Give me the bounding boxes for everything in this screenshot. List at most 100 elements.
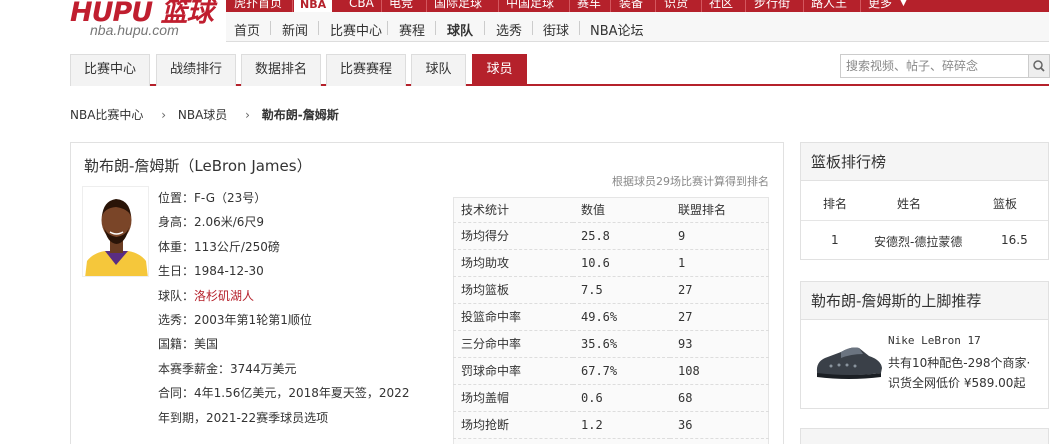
- stats-table: 技术统计 数值 联盟排名 场均得分 25.8 9 场均助攻 10.6 1 场均篮板 7.5…: [453, 197, 769, 439]
- hupu-logo[interactable]: HUPU 篮球 nba.hupu.com: [70, 0, 220, 40]
- tab-schedule[interactable]: 比赛赛程: [326, 54, 406, 86]
- search-button[interactable]: [1028, 55, 1049, 77]
- stat-rank: 108: [670, 357, 769, 385]
- topnav-item-bxj[interactable]: 步行街: [754, 0, 790, 12]
- info-value: 1984-12-30: [194, 264, 264, 279]
- table-row: 场均盖帽 0.6 68: [453, 384, 769, 412]
- topnav-item-shihuo[interactable]: 识货: [664, 0, 688, 12]
- topnav-item-lurenwang[interactable]: 路人王: [811, 0, 847, 12]
- stat-value: 67.7%: [573, 357, 670, 385]
- topnav-item-cba[interactable]: CBA: [349, 0, 374, 12]
- shoe-image[interactable]: [811, 332, 887, 384]
- chevron-down-icon[interactable]: ▼: [900, 0, 907, 8]
- team-link[interactable]: 洛杉矶湖人: [194, 289, 254, 303]
- stat-name: 场均助攻: [453, 249, 573, 277]
- tab-game-center[interactable]: 比赛中心: [70, 54, 150, 86]
- stat-rank: 1: [670, 249, 769, 277]
- stat-value: 1.2: [573, 411, 670, 439]
- info-height: 身高：2.06米/6尺9: [158, 211, 488, 235]
- divider: [532, 21, 533, 35]
- topnav-item-nba[interactable]: NBA: [294, 0, 333, 12]
- rebound-rank-title: 篮板排行榜: [801, 143, 1048, 181]
- subnav-item-home[interactable]: 首页: [234, 20, 260, 39]
- tab-stat-rank[interactable]: 数据排名: [241, 54, 321, 86]
- stat-name: 场均盖帽: [453, 384, 573, 412]
- topnav-item-cn-soccer[interactable]: 中国足球: [506, 0, 554, 12]
- divider: [484, 21, 485, 35]
- stat-rank: 93: [670, 330, 769, 358]
- topnav-item-home[interactable]: 虎扑首页: [234, 0, 282, 12]
- divider: [426, 0, 427, 12]
- topnav-item-esports[interactable]: 电竞: [389, 0, 413, 12]
- divider: [860, 0, 861, 12]
- shoe-box: 勒布朗-詹姆斯的上脚推荐 Nike LeBron 17 共有10种配色-298个…: [800, 281, 1049, 409]
- stat-name: 场均篮板: [453, 276, 573, 304]
- stat-value: 35.6%: [573, 330, 670, 358]
- col-header-value: 数值: [573, 197, 670, 223]
- info-contract: 合同：4年1.56亿美元，2018年夏天签，2022: [158, 382, 488, 406]
- stat-value: 49.6%: [573, 303, 670, 331]
- info-nationality: 国籍：美国: [158, 333, 488, 357]
- info-contract-cont: 年到期，2021-22赛季球员选项: [158, 407, 488, 431]
- tab-teams[interactable]: 球队: [411, 54, 466, 86]
- rank-number: 1: [831, 233, 839, 247]
- search-input[interactable]: [841, 55, 1029, 77]
- divider: [318, 21, 319, 35]
- topnav-item-racing[interactable]: 赛车: [577, 0, 601, 12]
- chevron-right-icon: ›: [161, 108, 167, 122]
- subnav-item-teams[interactable]: 球队: [447, 20, 473, 39]
- stat-value: 0.6: [573, 384, 670, 412]
- table-row[interactable]: 1 安德烈-德拉蒙德 16.5: [801, 231, 1048, 255]
- breadcrumb-nba-players[interactable]: NBA球员: [178, 106, 227, 123]
- divider: [435, 21, 436, 35]
- subnav-item-game-center[interactable]: 比赛中心: [330, 20, 382, 39]
- breadcrumb-nba-center[interactable]: NBA比赛中心: [70, 106, 143, 123]
- player-info: 位置：F-G（23号） 身高：2.06米/6尺9 体重：113公斤/250磅 生…: [158, 187, 488, 431]
- divider: [292, 0, 293, 12]
- info-label: 本赛季薪金：: [158, 361, 231, 376]
- subnav-item-streetball[interactable]: 街球: [543, 20, 569, 39]
- info-label: 国籍：: [158, 337, 195, 352]
- info-label: 球队：: [158, 288, 195, 303]
- stats-header-row: 技术统计 数值 联盟排名: [453, 197, 769, 223]
- divider: [381, 0, 382, 12]
- search-box: [840, 54, 1050, 78]
- info-label: 选秀：: [158, 312, 195, 327]
- col-header-name: 姓名: [897, 197, 922, 211]
- subnav-item-news[interactable]: 新闻: [282, 20, 308, 39]
- rebound-rank-box: 篮板排行榜 排名 姓名 篮板 1 安德烈-德拉蒙德 16.5: [800, 142, 1049, 260]
- stat-name: 三分命中率: [453, 330, 573, 358]
- info-label: 身高：: [158, 215, 195, 230]
- topnav-item-gear[interactable]: 装备: [619, 0, 643, 12]
- next-box: [800, 428, 1049, 444]
- subnav-item-schedule[interactable]: 赛程: [399, 20, 425, 39]
- subnav-item-draft[interactable]: 选秀: [496, 20, 522, 39]
- divider: [745, 0, 746, 12]
- stat-value: 10.6: [573, 249, 670, 277]
- info-value: 3744万美元: [230, 361, 297, 376]
- tab-players[interactable]: 球员: [472, 54, 527, 86]
- subnav-item-nba-forum[interactable]: NBA论坛: [590, 20, 644, 39]
- info-label: 体重：: [158, 239, 195, 254]
- breadcrumb-current: 勒布朗-詹姆斯: [261, 108, 339, 122]
- rank-player-name[interactable]: 安德烈-德拉蒙德: [874, 233, 962, 250]
- player-title: 勒布朗-詹姆斯（LeBron James）: [84, 157, 312, 175]
- logo-domain: nba.hupu.com: [90, 22, 179, 38]
- info-birthday: 生日：1984-12-30: [158, 260, 488, 284]
- ranking-note: 根据球员29场比赛计算得到排名: [612, 175, 769, 188]
- table-row: 场均抢断 1.2 36: [453, 411, 769, 439]
- breadcrumb: NBA比赛中心 › NBA球员 › 勒布朗-詹姆斯: [70, 106, 339, 123]
- topnav-item-community[interactable]: 社区: [709, 0, 733, 12]
- shoe-price: 识货全网低价 ¥589.00起: [888, 376, 1026, 390]
- table-row: 三分命中率 35.6% 93: [453, 330, 769, 358]
- shoe-box-title: 勒布朗-詹姆斯的上脚推荐: [801, 282, 1048, 320]
- info-value: F-G（23号）: [194, 191, 267, 205]
- info-value: 113公斤/250磅: [194, 239, 280, 254]
- shoe-name[interactable]: Nike LeBron 17: [888, 334, 981, 347]
- info-value: 2.06米/6尺9: [194, 215, 265, 230]
- tab-standings[interactable]: 战绩排行: [156, 54, 236, 86]
- table-row: 场均篮板 7.5 27: [453, 276, 769, 304]
- topnav-item-more[interactable]: 更多: [868, 0, 892, 12]
- topnav-item-intl-soccer[interactable]: 国际足球: [434, 0, 482, 12]
- divider: [387, 21, 388, 35]
